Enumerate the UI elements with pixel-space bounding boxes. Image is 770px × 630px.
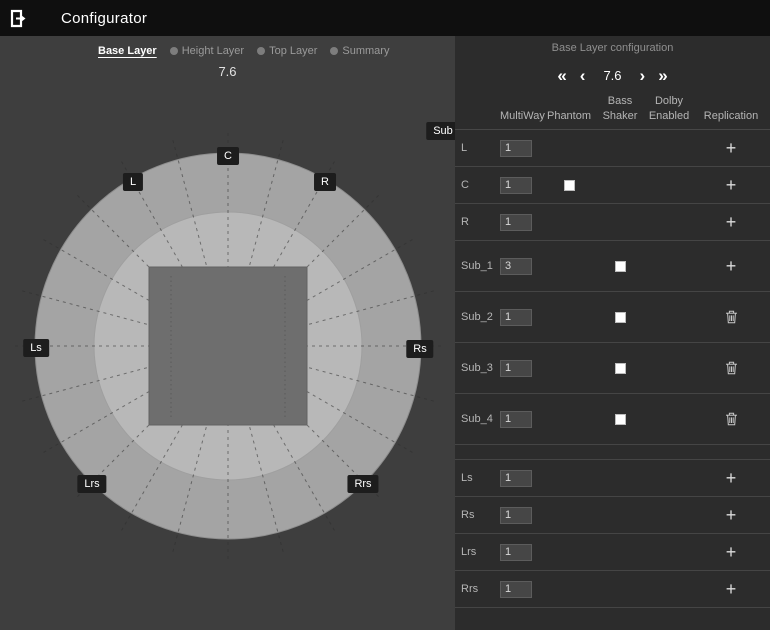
- row-sub_4: Sub_4: [455, 394, 770, 445]
- exit-icon[interactable]: [10, 9, 27, 28]
- row-lrs: Lrs +: [455, 534, 770, 571]
- listening-area: [149, 267, 307, 425]
- layer-tabs: Base Layer Height Layer Top Layer Summar…: [98, 45, 455, 57]
- phantom-checkbox[interactable]: [564, 180, 575, 191]
- row-l: L +: [455, 130, 770, 167]
- tab-label: Base Layer: [98, 45, 157, 57]
- multiway-input[interactable]: [500, 177, 532, 194]
- bass-shaker-checkbox[interactable]: [615, 312, 626, 323]
- row-r: R +: [455, 204, 770, 241]
- column-header-dolby-enabled: Dolby Enabled: [646, 94, 692, 129]
- multiway-input[interactable]: [500, 470, 532, 487]
- delete-replication-button[interactable]: [725, 412, 738, 426]
- speaker-rows: L + C + R: [455, 130, 770, 608]
- speaker-label-ls[interactable]: Ls: [23, 339, 49, 357]
- add-replication-button[interactable]: +: [726, 176, 737, 194]
- add-replication-button[interactable]: +: [726, 469, 737, 487]
- delete-replication-button[interactable]: [725, 361, 738, 375]
- column-header-phantom: Phantom: [544, 109, 594, 129]
- row-sub_2: Sub_2: [455, 292, 770, 343]
- speaker-row-label: Sub_3: [461, 362, 493, 374]
- delete-replication-button[interactable]: [725, 310, 738, 324]
- multiway-input[interactable]: [500, 581, 532, 598]
- tab-label: Summary: [342, 45, 389, 57]
- bass-shaker-checkbox[interactable]: [615, 363, 626, 374]
- multiway-input[interactable]: [500, 507, 532, 524]
- config-panel: Base Layer configuration « ‹ 7.6 › » Mul…: [455, 36, 770, 630]
- row-c: C +: [455, 167, 770, 204]
- column-header-bass-shaker: Bass Shaker: [594, 94, 646, 129]
- tab-label: Top Layer: [269, 45, 317, 57]
- column-header-replication: Replication: [692, 109, 770, 129]
- speaker-row-label: L: [461, 142, 467, 154]
- row-ls: Ls +: [455, 460, 770, 497]
- tab-radio-icon: [170, 47, 178, 55]
- next-config-button[interactable]: ›: [640, 67, 646, 84]
- speaker-label-rs[interactable]: Rs: [406, 340, 433, 358]
- stage-area: Base Layer Height Layer Top Layer Summar…: [0, 36, 455, 630]
- speaker-label-lrs[interactable]: Lrs: [77, 475, 106, 493]
- add-replication-button[interactable]: +: [726, 506, 737, 524]
- speaker-row-label: Ls: [461, 472, 473, 484]
- speaker-row-label: Sub_2: [461, 311, 493, 323]
- bass-shaker-checkbox[interactable]: [615, 414, 626, 425]
- add-replication-button[interactable]: +: [726, 213, 737, 231]
- panel-title: Base Layer configuration: [455, 42, 770, 60]
- speaker-label-r[interactable]: R: [314, 173, 336, 191]
- main-area: Base Layer Height Layer Top Layer Summar…: [0, 36, 770, 630]
- add-replication-button[interactable]: +: [726, 580, 737, 598]
- tab-label: Height Layer: [182, 45, 244, 57]
- config-pager: « ‹ 7.6 › »: [455, 60, 770, 90]
- column-header-spacer: [455, 123, 500, 129]
- row-rrs: Rrs +: [455, 571, 770, 608]
- tab-height-layer[interactable]: Height Layer: [170, 45, 244, 57]
- multiway-input[interactable]: [500, 411, 532, 428]
- speaker-row-label: Rrs: [461, 583, 478, 595]
- bass-shaker-checkbox[interactable]: [615, 261, 626, 272]
- row-group-divider: [455, 445, 770, 460]
- column-headers: MultiWay Phantom Bass Shaker Dolby Enabl…: [455, 90, 770, 130]
- multiway-input[interactable]: [500, 360, 532, 377]
- multiway-input[interactable]: [500, 214, 532, 231]
- top-bar: Configurator: [0, 0, 770, 36]
- first-config-button[interactable]: «: [557, 67, 566, 84]
- speaker-row-label: Lrs: [461, 546, 476, 558]
- tab-top-layer[interactable]: Top Layer: [257, 45, 317, 57]
- add-replication-button[interactable]: +: [726, 257, 737, 275]
- speaker-row-label: R: [461, 216, 469, 228]
- speaker-label-rrs[interactable]: Rrs: [347, 475, 378, 493]
- speaker-label-c[interactable]: C: [217, 147, 239, 165]
- speaker-row-label: Sub_1: [461, 260, 493, 272]
- speaker-row-label: Rs: [461, 509, 474, 521]
- speaker-label-l[interactable]: L: [123, 173, 143, 191]
- prev-config-button[interactable]: ‹: [580, 67, 586, 84]
- multiway-input[interactable]: [500, 140, 532, 157]
- speaker-row-label: C: [461, 179, 469, 191]
- multiway-input[interactable]: [500, 258, 532, 275]
- app-title: Configurator: [61, 10, 147, 27]
- speaker-row-label: Sub_4: [461, 413, 493, 425]
- last-config-button[interactable]: »: [658, 67, 667, 84]
- tab-radio-icon: [257, 47, 265, 55]
- row-rs: Rs +: [455, 497, 770, 534]
- column-header-multiway: MultiWay: [500, 109, 544, 129]
- speaker-label-sub[interactable]: Sub: [426, 122, 455, 140]
- multiway-input[interactable]: [500, 544, 532, 561]
- speaker-layout-diagram: [0, 36, 455, 630]
- tab-radio-icon: [330, 47, 338, 55]
- row-sub_1: Sub_1 +: [455, 241, 770, 292]
- row-sub_3: Sub_3: [455, 343, 770, 394]
- tab-base-layer[interactable]: Base Layer: [98, 45, 157, 57]
- add-replication-button[interactable]: +: [726, 139, 737, 157]
- stage-config-label: 7.6: [0, 64, 455, 79]
- add-replication-button[interactable]: +: [726, 543, 737, 561]
- current-config-value: 7.6: [598, 68, 626, 83]
- tab-summary[interactable]: Summary: [330, 45, 389, 57]
- multiway-input[interactable]: [500, 309, 532, 326]
